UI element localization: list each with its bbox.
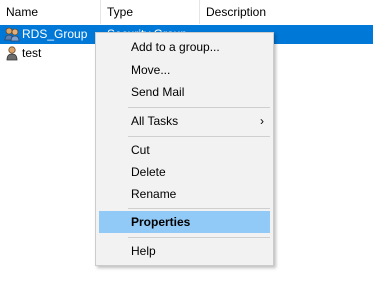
menu-item-rename[interactable]: Rename: [99, 183, 270, 205]
list-header: Name Type Description: [0, 0, 373, 24]
column-header-name[interactable]: Name: [0, 0, 101, 24]
user-icon: [6, 46, 18, 61]
row-name: test: [22, 46, 42, 60]
menu-item-move[interactable]: Move...: [99, 59, 270, 81]
row-name: RDS_Group: [22, 27, 88, 41]
menu-item-cut[interactable]: Cut: [99, 139, 270, 161]
group-icon: [4, 27, 20, 42]
menu-item-properties[interactable]: Properties: [99, 211, 270, 233]
column-header-description[interactable]: Description: [200, 0, 373, 24]
menu-item-delete[interactable]: Delete: [99, 161, 270, 183]
menu-item-add-to-group[interactable]: Add to a group...: [99, 36, 270, 58]
menu-separator: [128, 107, 270, 108]
menu-item-send-mail[interactable]: Send Mail: [99, 81, 270, 103]
menu-separator: [128, 208, 270, 209]
menu-separator: [128, 237, 270, 238]
context-menu: Add to a group... Move... Send Mail All …: [95, 32, 274, 266]
menu-item-all-tasks[interactable]: All Tasks ›: [99, 110, 270, 132]
column-header-type[interactable]: Type: [101, 0, 200, 24]
menu-item-all-tasks-label: All Tasks: [131, 114, 179, 128]
menu-separator: [128, 136, 270, 137]
menu-item-help[interactable]: Help: [99, 240, 270, 262]
chevron-right-icon: ›: [260, 114, 264, 128]
